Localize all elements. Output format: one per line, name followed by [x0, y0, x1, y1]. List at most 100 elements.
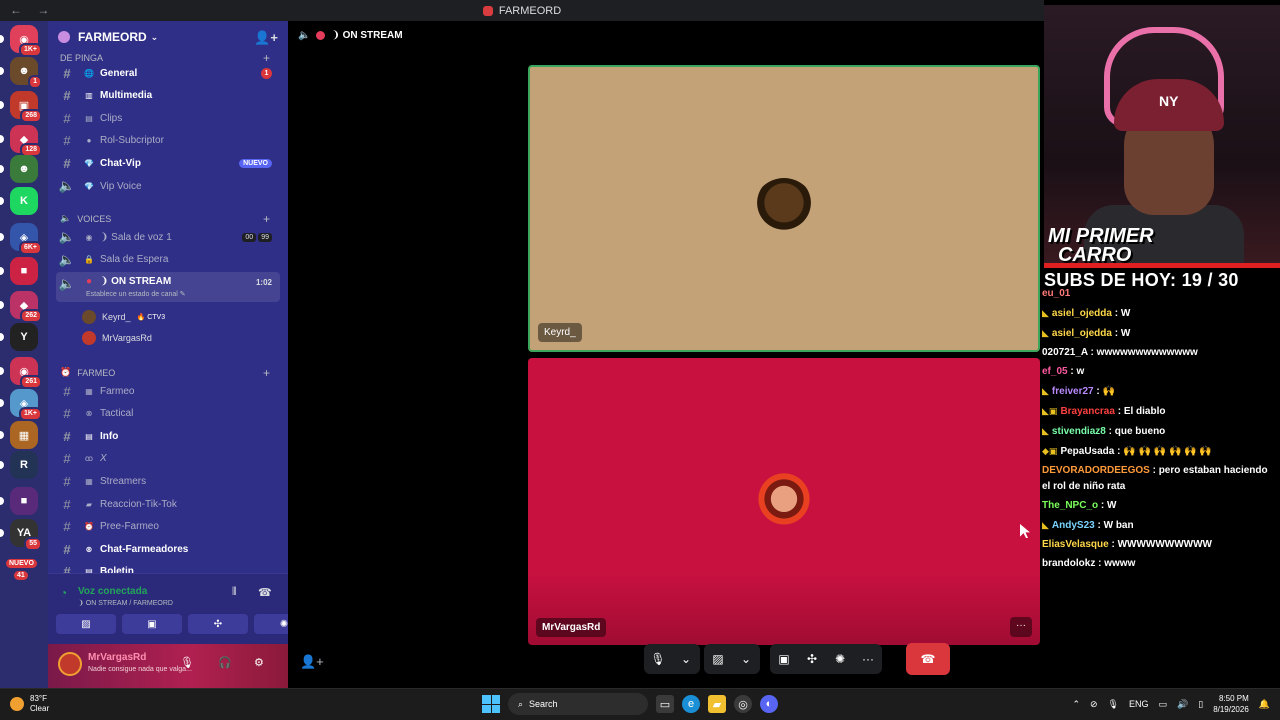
file-explorer-icon[interactable]: ▰: [708, 695, 726, 713]
voice-channel[interactable]: 🔈 🔒 Sala de Espera: [56, 250, 280, 270]
server-icon[interactable]: ☻: [0, 155, 38, 183]
server-icon[interactable]: Y: [0, 323, 38, 351]
channel-general[interactable]: # 🌐 General 1: [56, 63, 280, 83]
screenshare-button[interactable]: ▣: [770, 644, 798, 674]
headphones-icon[interactable]: 🎧: [218, 656, 232, 669]
server-glyph: ☻: [18, 163, 30, 175]
chevron-up-icon[interactable]: ⌃: [1072, 699, 1080, 710]
camera-off-button[interactable]: ▨: [56, 614, 116, 634]
add-channel-icon[interactable]: +: [263, 212, 270, 226]
more-options-button[interactable]: ···: [1010, 617, 1032, 637]
signal-icon[interactable]: ◔: [60, 586, 67, 600]
channel-multimedia[interactable]: # ▥ Multimedia: [56, 86, 280, 106]
channel-chat-farmeadores[interactable]: # ⊗ Chat-Farmeadores: [56, 539, 280, 559]
chevron-down-icon[interactable]: ⌄: [672, 644, 700, 674]
language-indicator[interactable]: ENG: [1129, 699, 1149, 709]
server-icon[interactable]: ■: [0, 487, 38, 515]
voice-channel[interactable]: 🔈 ◉ ❩ Sala de voz 1 00 99: [56, 227, 280, 247]
activities-button[interactable]: ✣: [188, 614, 248, 634]
channel-rol-subcriptor[interactable]: # ● Rol-Subcriptor: [56, 131, 280, 151]
nuevo-badge[interactable]: NUEVO: [6, 559, 37, 568]
channel-chat-vip[interactable]: # 💎 Chat-Vip NUEVO: [56, 153, 280, 173]
channel-reaccion-tik-tok[interactable]: # ▰ Reaccion-Tik-Tok: [56, 494, 280, 514]
category-voices[interactable]: 🔈 VOICES +: [60, 212, 270, 226]
channel-x[interactable]: # ꝏ X: [56, 449, 280, 469]
server-icon[interactable]: ■: [0, 257, 38, 285]
category-top[interactable]: DE PINGA +: [60, 53, 270, 65]
server-icon[interactable]: ▣ 268: [0, 91, 42, 123]
channel-info[interactable]: # ▤ Info: [56, 426, 280, 446]
channel-emoji-icon: 💎: [84, 181, 94, 191]
voice-status[interactable]: Voz conectada: [78, 586, 147, 597]
add-user-icon[interactable]: 👤+: [300, 654, 324, 670]
server-icon[interactable]: ◆ 128: [0, 125, 42, 157]
wifi-icon[interactable]: ▭: [1159, 699, 1168, 710]
channel-clips[interactable]: # ▤ Clips: [56, 108, 280, 128]
participant-tile[interactable]: MrVargasRd ···: [528, 358, 1040, 645]
soundboard-button[interactable]: ✺: [826, 644, 854, 674]
invite-people-icon[interactable]: 👤+: [254, 30, 278, 46]
participant-tile[interactable]: Keyrd_: [528, 65, 1040, 352]
activities-button[interactable]: ✣: [798, 644, 826, 674]
edge-browser-icon[interactable]: e: [682, 695, 700, 713]
voice-user-name: MrVargasRd: [102, 333, 152, 343]
notification-bell-icon[interactable]: 🔔: [1259, 699, 1270, 710]
microphone-tray-icon[interactable]: 🎙: [1108, 699, 1119, 710]
server-icon[interactable]: ◈ 6K+: [0, 223, 42, 255]
channel-tactical[interactable]: # ⊗ Tactical: [56, 404, 280, 424]
taskbar-search[interactable]: ⌕ Search: [508, 693, 648, 715]
server-icon[interactable]: ☻ 1: [0, 57, 42, 89]
channel-vip-voice[interactable]: 🔈 💎 Vip Voice: [56, 176, 280, 196]
speaker-icon: 🔈: [298, 30, 311, 41]
avatar[interactable]: [58, 652, 82, 676]
microphone-icon[interactable]: 🎙: [180, 656, 194, 669]
camera-off-button[interactable]: ▨: [704, 644, 732, 674]
voice-user[interactable]: MrVargasRd: [82, 329, 152, 347]
guild-header[interactable]: FARMEORD ⌄ 👤+: [48, 21, 288, 53]
server-icon[interactable]: K: [0, 187, 38, 215]
channel-list: DE PINGA + # 🌐 General 1 # ▥ Multimedia # ▤ Clips…: [48, 53, 288, 573]
server-icon[interactable]: YA 55: [0, 519, 42, 551]
channel-label: ❩ ON STREAM: [100, 276, 172, 287]
channel-farmeo[interactable]: # ▦ Farmeo: [56, 381, 280, 401]
channel-streamers[interactable]: # ▦ Streamers: [56, 471, 280, 491]
disconnect-icon[interactable]: ☎: [258, 586, 272, 599]
weather-widget[interactable]: 83°F Clear: [10, 694, 49, 714]
voice-user[interactable]: Keyrd_ 🔥 CTV3: [82, 308, 165, 326]
settings-gear-icon[interactable]: ⚙: [254, 656, 264, 669]
soundwave-icon[interactable]: ⫴: [232, 586, 237, 599]
server-icon[interactable]: ◆ 262: [0, 291, 42, 323]
channel-emoji-icon: ▦: [85, 386, 93, 396]
chevron-down-icon[interactable]: ⌄: [732, 644, 760, 674]
server-icon[interactable]: ◈ 1K+: [0, 389, 42, 421]
task-view-icon[interactable]: ▭: [656, 695, 674, 713]
screenshare-button[interactable]: ▣: [122, 614, 182, 634]
server-icon[interactable]: R: [0, 451, 38, 479]
volume-icon[interactable]: 🔊: [1177, 699, 1188, 710]
nav-arrows[interactable]: ← →: [10, 3, 55, 17]
discord-app-icon[interactable]: ◐: [760, 695, 778, 713]
server-icon[interactable]: ◉ 261: [0, 357, 42, 389]
unread-pill: [0, 497, 4, 505]
steam-icon[interactable]: ◎: [734, 695, 752, 713]
channel-pree-farmeo[interactable]: # ⏰ Pree-Farmeo: [56, 517, 280, 537]
hang-up-button[interactable]: ☎: [906, 643, 950, 675]
category-farmeo[interactable]: ⏰ FARMEO +: [60, 366, 270, 380]
server-icon[interactable]: ◉ 1K+: [0, 25, 42, 57]
search-icon: ⌕: [518, 698, 524, 709]
battery-icon[interactable]: ▯: [1198, 699, 1203, 710]
username[interactable]: MrVargasRd: [88, 652, 146, 663]
channel-on-stream[interactable]: 🔈 ● ❩ ON STREAM 1:02 Establece un estado de …: [56, 272, 280, 302]
more-button[interactable]: ···: [854, 644, 882, 674]
microphone-button[interactable]: 🎙: [644, 644, 672, 674]
clock[interactable]: 8:50 PM 8/19/2026: [1213, 693, 1249, 715]
channel-status-hint[interactable]: Establece un estado de canal ✎: [86, 290, 186, 298]
network-icon[interactable]: ⊘: [1090, 699, 1098, 710]
windows-start-icon[interactable]: [482, 695, 500, 713]
voice-location[interactable]: ❩ ON STREAM / FARMEORD: [78, 599, 173, 607]
add-channel-icon[interactable]: +: [263, 366, 270, 380]
window-title: FARMEORD: [498, 4, 562, 17]
channel-boletin[interactable]: # ▤ Boletin: [56, 562, 280, 573]
chat-message: ef_05 : w: [1042, 362, 1278, 381]
server-icon[interactable]: ▦: [0, 421, 38, 449]
